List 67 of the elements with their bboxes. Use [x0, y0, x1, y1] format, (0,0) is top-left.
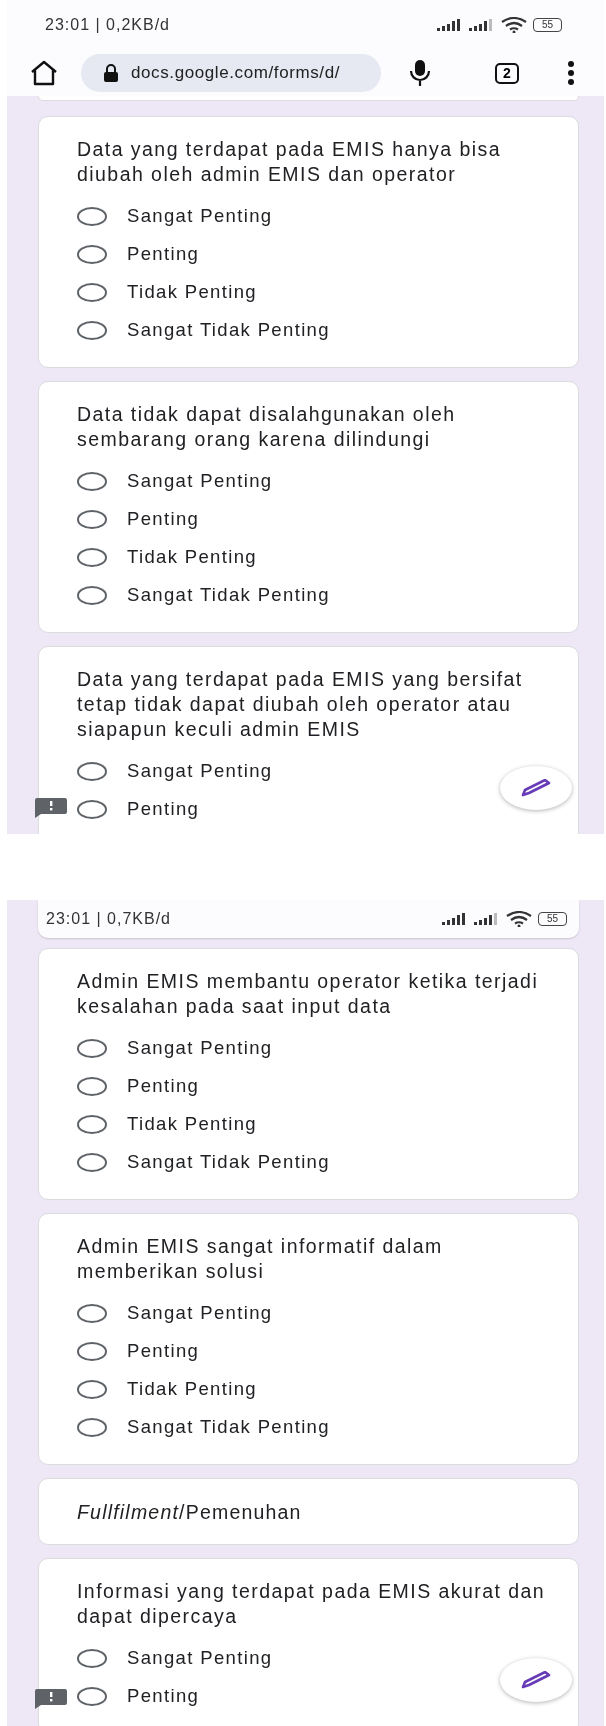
radio-button[interactable]	[77, 282, 107, 302]
section-title: Fullfilment/Pemenuhan	[77, 1501, 303, 1524]
menu-icon[interactable]	[566, 61, 575, 85]
radio-button[interactable]	[77, 799, 107, 819]
wifi-icon	[505, 911, 532, 927]
question-text: Data yang terdapat pada EMIS yang bersifat tetap tidak dapat diubah oleh operator atau siapapun keculi admin EMIS	[77, 667, 524, 742]
report-icon[interactable]	[35, 1689, 67, 1709]
option-label[interactable]: Penting	[127, 508, 200, 530]
option-label[interactable]: Sangat Penting	[127, 1037, 273, 1059]
option-label[interactable]: Tidak Penting	[127, 546, 257, 568]
question-text: Admin EMIS membantu operator ketika terjadi kesalahan pada saat input data	[77, 969, 540, 1019]
option-label[interactable]: Penting	[127, 1685, 200, 1707]
option-label[interactable]: Sangat Penting	[127, 760, 273, 782]
radio-button[interactable]	[77, 1152, 107, 1172]
radio-button[interactable]	[77, 1686, 107, 1706]
option-label[interactable]: Tidak Penting	[127, 1378, 257, 1400]
option-label[interactable]: Sangat Tidak Penting	[127, 319, 330, 341]
battery-indicator: 55	[532, 18, 562, 32]
option-label[interactable]: Penting	[127, 243, 200, 265]
radio-button[interactable]	[77, 1038, 107, 1058]
report-icon[interactable]	[35, 798, 67, 818]
option-label[interactable]: Tidak Penting	[127, 1113, 257, 1135]
home-icon[interactable]	[29, 60, 59, 86]
microphone-icon[interactable]	[409, 59, 431, 87]
option-label[interactable]: Sangat Penting	[127, 470, 273, 492]
option-label[interactable]: Sangat Tidak Penting	[127, 1416, 330, 1438]
question-text: Data yang terdapat pada EMIS hanya bisa diubah oleh admin EMIS dan operator	[77, 137, 503, 187]
lock-icon	[103, 64, 119, 82]
radio-button[interactable]	[77, 1417, 107, 1437]
tabs-button[interactable]: 2	[495, 62, 519, 84]
signal-icon	[473, 913, 500, 925]
option-label[interactable]: Penting	[127, 798, 200, 820]
signal-icon	[468, 19, 495, 31]
signal-icon	[436, 19, 463, 31]
option-label[interactable]: Sangat Tidak Penting	[127, 1151, 330, 1173]
radio-button[interactable]	[77, 761, 107, 781]
status-text: 23:01 | 0,2KB/d	[45, 16, 170, 34]
radio-button[interactable]	[77, 1379, 107, 1399]
wifi-icon	[500, 17, 527, 33]
option-label[interactable]: Tidak Penting	[127, 281, 257, 303]
battery-indicator: 55	[537, 912, 567, 926]
radio-button[interactable]	[77, 206, 107, 226]
radio-button[interactable]	[77, 1303, 107, 1323]
option-label[interactable]: Sangat Penting	[127, 205, 273, 227]
radio-button[interactable]	[77, 471, 107, 491]
question-text: Informasi yang terdapat pada EMIS akurat dan dapat dipercaya	[77, 1579, 547, 1629]
option-label[interactable]: Penting	[127, 1075, 200, 1097]
pencil-icon	[521, 1671, 551, 1689]
radio-button[interactable]	[77, 1648, 107, 1668]
radio-button[interactable]	[77, 585, 107, 605]
question-text: Data tidak dapat disalahgunakan oleh sembarang orang karena dilindungi	[77, 402, 457, 452]
url-field[interactable]: docs.google.com/forms/d/	[81, 54, 381, 92]
option-label[interactable]: Sangat Tidak Penting	[127, 584, 330, 606]
radio-button[interactable]	[77, 509, 107, 529]
radio-button[interactable]	[77, 547, 107, 567]
radio-button[interactable]	[77, 1341, 107, 1361]
radio-button[interactable]	[77, 1114, 107, 1134]
pencil-icon	[521, 779, 551, 797]
radio-button[interactable]	[77, 1076, 107, 1096]
question-text: Admin EMIS sangat informatif dalam memberikan solusi	[77, 1234, 444, 1284]
signal-icon	[441, 913, 468, 925]
option-label[interactable]: Sangat Penting	[127, 1302, 273, 1324]
status-text: 23:01 | 0,7KB/d	[46, 910, 171, 928]
radio-button[interactable]	[77, 320, 107, 340]
option-label[interactable]: Penting	[127, 1340, 200, 1362]
option-label[interactable]: Sangat Penting	[127, 1647, 273, 1669]
radio-button[interactable]	[77, 244, 107, 264]
